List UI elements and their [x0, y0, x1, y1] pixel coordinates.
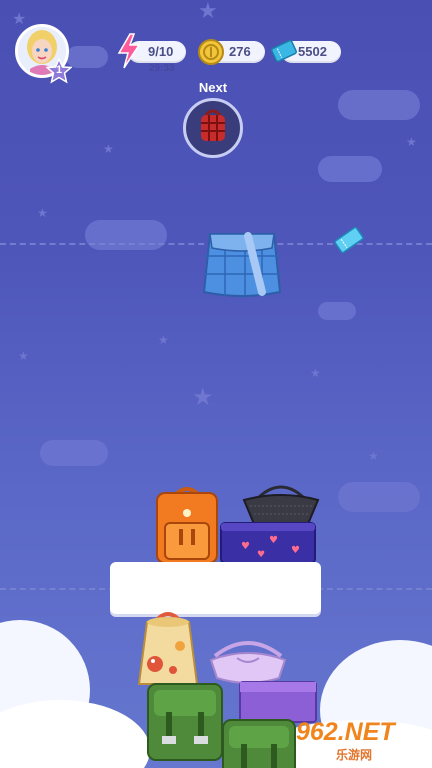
background-star: ★ [310, 366, 321, 380]
background-star: ★ [198, 0, 218, 23]
svg-text:♥: ♥ [291, 545, 300, 556]
background-star: ★ [158, 333, 169, 347]
background-cloud [40, 440, 108, 466]
background-star: ★ [18, 349, 29, 363]
watermark-main-text: 962.NET [296, 718, 395, 746]
svg-text:♥: ♥ [257, 550, 265, 560]
orange-backpack[interactable] [153, 485, 221, 565]
background-star: ★ [192, 384, 214, 411]
background-cloud [66, 46, 108, 68]
background-star: ★ [12, 11, 27, 28]
falling-blue-bag[interactable] [200, 226, 284, 300]
level-badge: 1 [45, 57, 73, 84]
background-star: ★ [103, 142, 114, 156]
coin-icon [198, 39, 224, 65]
green-backpack[interactable] [146, 682, 224, 762]
background-cloud [318, 156, 382, 182]
plaid-backpack-icon [201, 109, 225, 141]
watermark-sub-text: 乐游网 [336, 748, 373, 762]
background-cloud [338, 90, 420, 120]
lavender-shoulder-bag[interactable] [207, 636, 289, 686]
ticket-value: 5502 [298, 44, 327, 59]
next-item-preview [183, 98, 243, 158]
svg-text:♥: ♥ [269, 535, 278, 546]
background-cloud [318, 302, 356, 320]
energy-timer: 29:33 [149, 63, 175, 74]
site-watermark: 962.NET 乐游网 [296, 718, 426, 764]
purple-heart-bag[interactable]: ♥ ♥ ♥ ♥ [219, 519, 317, 565]
mushroom-bucket-bag[interactable] [133, 608, 203, 688]
background-cloud [338, 482, 420, 512]
lightning-icon [117, 33, 141, 69]
background-star: ★ [406, 135, 417, 149]
background-star: ★ [368, 449, 379, 463]
ticket-pickup-icon[interactable] [333, 224, 365, 256]
next-label: Next [198, 80, 228, 95]
game-stage[interactable]: ★ ★ ★ ★ ★ ★ ★ ★ ★ ★ 1 9/10 29:33 276 550… [0, 0, 432, 768]
ticket-icon [270, 39, 298, 63]
svg-text:♥: ♥ [241, 541, 250, 552]
green-backpack-lower[interactable] [221, 718, 297, 768]
level-number: 1 [55, 64, 63, 76]
coin-value: 276 [229, 44, 251, 59]
energy-value: 9/10 [148, 44, 174, 59]
background-cloud [85, 220, 167, 250]
background-star: ★ [37, 206, 48, 220]
